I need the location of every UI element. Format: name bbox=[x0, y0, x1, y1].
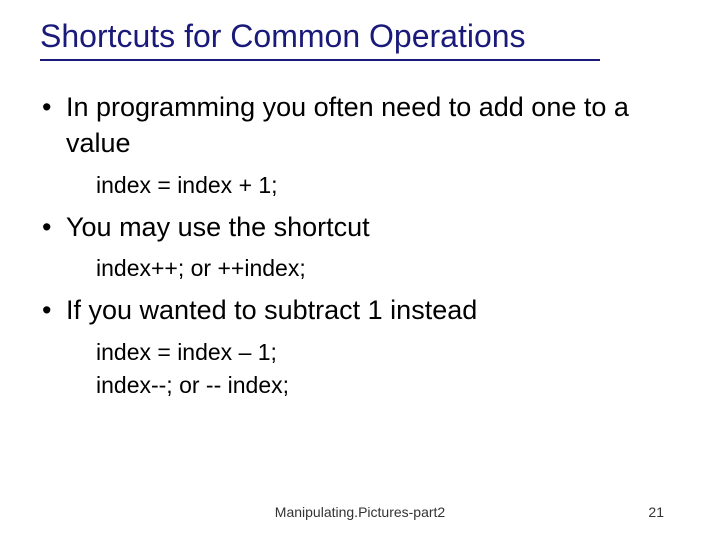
code-line: index = index + 1; bbox=[96, 170, 680, 201]
code-line: index++; or ++index; bbox=[96, 253, 680, 284]
bullet-item: In programming you often need to add one… bbox=[40, 89, 680, 201]
bullet-text: In programming you often need to add one… bbox=[66, 92, 629, 158]
code-line: index--; or -- index; bbox=[96, 370, 680, 401]
bullet-text: If you wanted to subtract 1 instead bbox=[66, 295, 477, 325]
page-number: 21 bbox=[648, 504, 664, 520]
bullet-text: You may use the shortcut bbox=[66, 212, 370, 242]
slide-title: Shortcuts for Common Operations bbox=[40, 18, 600, 61]
slide-footer: Manipulating.Pictures-part2 21 bbox=[0, 504, 720, 524]
sub-list: index++; or ++index; bbox=[96, 253, 680, 284]
bullet-item: You may use the shortcut index++; or ++i… bbox=[40, 209, 680, 284]
slide: Shortcuts for Common Operations In progr… bbox=[0, 0, 720, 540]
code-line: index = index – 1; bbox=[96, 337, 680, 368]
bullet-item: If you wanted to subtract 1 instead inde… bbox=[40, 292, 680, 401]
footer-center-text: Manipulating.Pictures-part2 bbox=[275, 504, 445, 520]
slide-content: In programming you often need to add one… bbox=[40, 89, 680, 401]
bullet-list: In programming you often need to add one… bbox=[40, 89, 680, 401]
sub-list: index = index + 1; bbox=[96, 170, 680, 201]
sub-list: index = index – 1; index--; or -- index; bbox=[96, 337, 680, 401]
